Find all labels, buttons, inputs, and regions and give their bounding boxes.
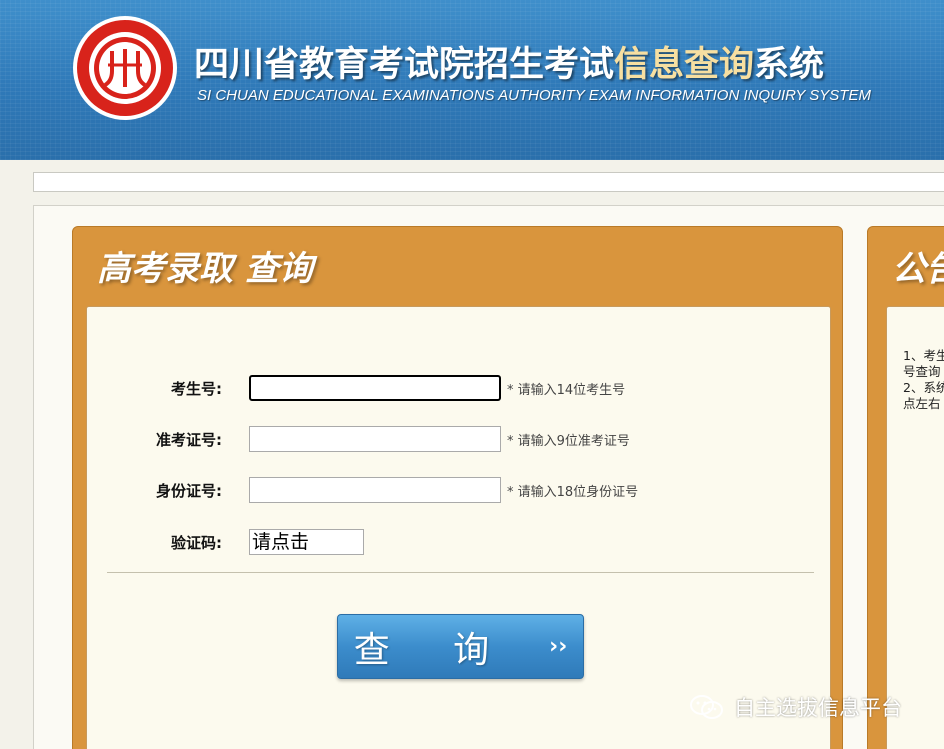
ticket-number-input[interactable] xyxy=(249,426,501,452)
notice-panel: 公告 1、考生 号查询 2、系统 点左右 xyxy=(867,226,944,749)
watermark-text: 自主选拔信息平台 xyxy=(734,696,902,720)
exam-number-input[interactable] xyxy=(249,375,501,401)
form-row-exam-number: 考生号: * 请输入14位考生号 xyxy=(87,375,830,401)
notice-line: 点左右 xyxy=(903,396,941,411)
exam-number-hint: * 请输入14位考生号 xyxy=(507,383,626,398)
double-arrow-right-icon: ›› xyxy=(549,634,568,659)
query-submit-button[interactable]: 查 询 ›› xyxy=(337,614,584,679)
form-row-captcha: 验证码: 请点击 xyxy=(87,529,830,555)
ticket-number-label: 准考证号: xyxy=(156,431,222,449)
form-divider xyxy=(107,572,814,573)
query-button-label: 查 询 xyxy=(353,629,516,671)
system-title-highlight: 信息查询 xyxy=(614,45,755,85)
id-number-hint: * 请输入18位身份证号 xyxy=(507,485,639,500)
id-number-label: 身份证号: xyxy=(156,482,222,500)
system-title: 四川省教育考试院招生考试信息查询系统 xyxy=(194,45,825,85)
notice-line: 1、考生 xyxy=(903,348,944,363)
query-form: 考生号: * 请输入14位考生号 准考证号: * 请输入9位准考证号 身份证号:… xyxy=(86,306,831,749)
form-row-id-number: 身份证号: * 请输入18位身份证号 xyxy=(87,477,830,503)
exam-authority-seal-logo xyxy=(73,16,177,120)
panel-title: 高考录取 查询 xyxy=(97,249,313,289)
captcha-click-button[interactable]: 请点击 xyxy=(249,529,364,555)
notice-panel-body: 1、考生 号查询 2、系统 点左右 xyxy=(886,306,944,749)
id-number-input[interactable] xyxy=(249,477,501,503)
nav-strip xyxy=(33,172,944,192)
wechat-icon xyxy=(690,695,723,719)
ticket-number-hint: * 请输入9位准考证号 xyxy=(507,434,630,449)
notice-text: 1、考生 号查询 2、系统 点左右 xyxy=(903,348,944,412)
notice-line: 2、系统 xyxy=(903,380,944,395)
wechat-watermark: 自主选拔信息平台 xyxy=(688,692,902,722)
notice-panel-title: 公告 xyxy=(892,249,944,289)
exam-number-label: 考生号: xyxy=(171,380,222,398)
system-title-english: SI CHUAN EDUCATIONAL EXAMINATIONS AUTHOR… xyxy=(197,87,871,104)
captcha-label: 验证码: xyxy=(171,534,222,552)
header-banner: 四川省教育考试院招生考试信息查询系统 SI CHUAN EDUCATIONAL … xyxy=(0,0,944,160)
notice-line: 号查询 xyxy=(903,364,941,379)
admission-query-panel: 高考录取 查询 考生号: * 请输入14位考生号 准考证号: * 请输入9位准考… xyxy=(72,226,843,749)
form-row-ticket-number: 准考证号: * 请输入9位准考证号 xyxy=(87,426,830,452)
